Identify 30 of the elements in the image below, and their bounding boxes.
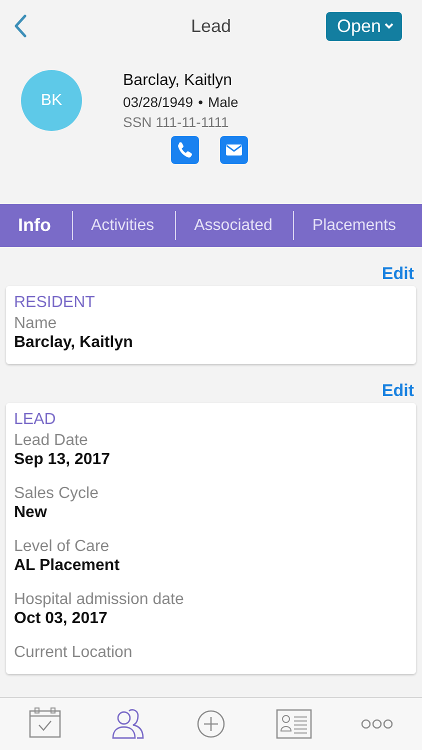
field-value: New — [14, 504, 48, 522]
field-value: AL Placement — [14, 557, 121, 575]
chevron-down-icon — [384, 22, 394, 30]
section-title: LEAD — [14, 411, 57, 429]
screen-title: Lead — [190, 16, 232, 36]
field-label: Sales Cycle — [14, 485, 100, 503]
tab[interactable]: Info — [0, 215, 51, 236]
avatar-initials: BK — [21, 70, 82, 131]
separator-dot: • — [198, 94, 203, 110]
field-value: Barclay, Kaitlyn — [14, 334, 134, 352]
field-value: Sep 13, 2017 — [14, 451, 112, 469]
mail-icon[interactable] — [220, 136, 248, 164]
resident-name: Barclay, Kaitlyn — [123, 72, 234, 90]
gender: Male — [208, 94, 238, 110]
ssn-text: SSN 111-11-1111 — [123, 114, 230, 130]
tab[interactable]: Placements — [294, 216, 396, 234]
field-label: Hospital admission date — [14, 591, 185, 609]
field-label: Name — [14, 315, 58, 333]
field-label: Level of Care — [14, 538, 110, 556]
edit-link[interactable]: Edit — [382, 364, 416, 403]
field-value: Oct 03, 2017 — [14, 610, 108, 628]
field-label: Lead Date — [14, 432, 89, 450]
birth-date: 03/28/1949 — [123, 94, 194, 110]
tab[interactable]: Activities — [73, 216, 154, 234]
edit-link[interactable]: Edit — [382, 247, 416, 286]
section-title: RESIDENT — [14, 294, 96, 312]
status-dropdown[interactable]: Open — [326, 12, 402, 40]
tab[interactable]: Associated — [176, 216, 272, 234]
field-label: Current Location — [14, 644, 134, 662]
phone-icon[interactable] — [171, 136, 199, 164]
